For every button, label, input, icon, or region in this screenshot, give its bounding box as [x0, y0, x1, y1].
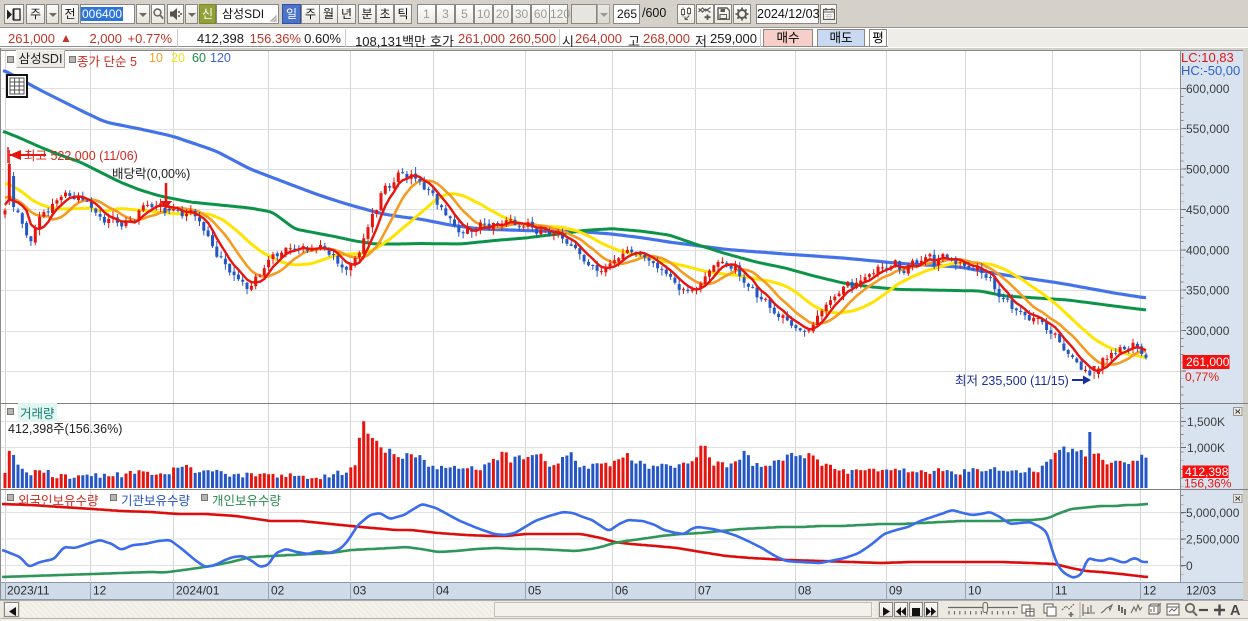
svg-text:1,500K: 1,500K — [1187, 415, 1225, 429]
svg-text:05: 05 — [528, 584, 542, 598]
svg-text:2024/01: 2024/01 — [176, 584, 220, 598]
svg-text:06: 06 — [615, 584, 629, 598]
svg-text:550,000: 550,000 — [1186, 122, 1230, 136]
svg-text:2023/11: 2023/11 — [7, 584, 50, 598]
svg-text:350,000: 350,000 — [1186, 284, 1230, 298]
svg-text:08: 08 — [798, 584, 812, 598]
svg-text:2,500,000: 2,500,000 — [1186, 533, 1240, 547]
svg-text:04: 04 — [436, 584, 450, 598]
svg-text:0: 0 — [1186, 559, 1193, 573]
svg-text:02: 02 — [271, 584, 285, 598]
svg-text:12/03: 12/03 — [1186, 584, 1216, 598]
svg-text:최저 235,500 (11/15): 최저 235,500 (11/15) — [955, 374, 1069, 388]
svg-text:12: 12 — [1143, 584, 1157, 598]
svg-text:300,000: 300,000 — [1186, 324, 1230, 338]
svg-text:450,000: 450,000 — [1186, 203, 1230, 217]
svg-text:400,000: 400,000 — [1186, 243, 1230, 257]
svg-text:A: A — [1230, 603, 1241, 619]
svg-text:600,000: 600,000 — [1186, 82, 1230, 96]
svg-text:1,000K: 1,000K — [1187, 441, 1225, 455]
svg-text:11: 11 — [1055, 584, 1068, 598]
svg-text:5,000,000: 5,000,000 — [1186, 506, 1240, 520]
svg-text:0,77%: 0,77% — [1185, 370, 1219, 384]
svg-text:09: 09 — [889, 584, 903, 598]
svg-text:HC:-50,00: HC:-50,00 — [1181, 63, 1240, 78]
svg-text:500,000: 500,000 — [1186, 163, 1230, 177]
svg-text:261,000: 261,000 — [1186, 355, 1230, 369]
svg-text:최고 522,000 (11/06): 최고 522,000 (11/06) — [24, 149, 138, 163]
svg-text:10: 10 — [968, 584, 982, 598]
svg-text:배당락(0,00%): 배당락(0,00%) — [112, 167, 190, 181]
svg-text:03: 03 — [353, 584, 367, 598]
svg-text:156,36%: 156,36% — [1184, 477, 1232, 491]
svg-text:12: 12 — [93, 584, 107, 598]
svg-text:07: 07 — [698, 584, 712, 598]
